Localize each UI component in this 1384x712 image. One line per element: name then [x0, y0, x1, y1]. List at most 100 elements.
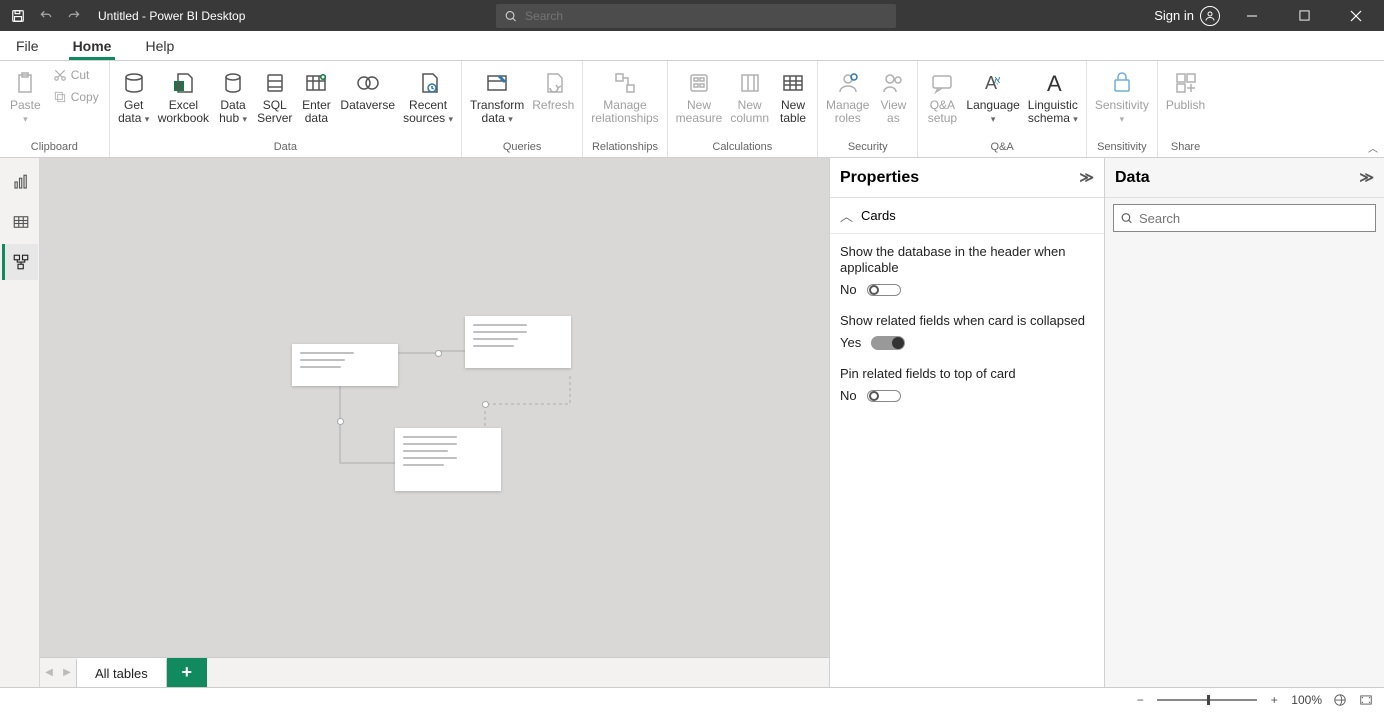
view-rail — [0, 158, 40, 687]
page-tab-all-tables[interactable]: All tables — [76, 658, 167, 687]
properties-pane: Properties ≫ ︿ Cards Show the database i… — [829, 158, 1104, 687]
prop-pin-related-toggle[interactable] — [867, 390, 901, 402]
title-bar: Untitled - Power BI Desktop Sign in — [0, 0, 1384, 31]
ribbon-group-calculations: New measure New column New table Calcula… — [668, 61, 818, 157]
excel-workbook-button[interactable]: XExcel workbook — [154, 63, 213, 139]
ribbon-group-relationships: Manage relationships Relationships — [583, 61, 667, 157]
dataverse-button[interactable]: Dataverse — [336, 63, 399, 139]
maximize-button[interactable] — [1284, 0, 1324, 31]
prop-pin-related-label: Pin related fields to top of card — [840, 366, 1094, 382]
language-button[interactable]: AאָLanguage ▾ — [962, 63, 1023, 139]
section-cards-header[interactable]: ︿ Cards — [830, 198, 1104, 234]
recent-sources-button[interactable]: Recent sources ▾ — [399, 63, 457, 139]
global-search-input[interactable] — [525, 9, 888, 23]
ribbon-group-label: Queries — [462, 141, 582, 157]
model-canvas[interactable] — [40, 158, 829, 657]
sign-in-button[interactable]: Sign in — [1154, 6, 1220, 26]
publish-button[interactable]: Publish — [1162, 63, 1209, 139]
tab-help[interactable]: Help — [137, 32, 182, 60]
tab-file[interactable]: File — [8, 32, 47, 60]
ribbon-group-security: Manage roles View as Security — [818, 61, 918, 157]
zoom-out-button[interactable]: − — [1133, 693, 1147, 707]
qa-setup-button[interactable]: Q&A setup — [922, 63, 962, 139]
collapse-properties-button[interactable]: ≫ — [1079, 169, 1094, 186]
ribbon-group-label: Calculations — [668, 141, 817, 157]
copy-button[interactable]: Copy — [49, 87, 103, 107]
prop-show-related-state: Yes — [840, 335, 861, 350]
prop-show-db-state: No — [840, 282, 857, 297]
ribbon-group-label: Security — [818, 141, 917, 157]
data-hub-button[interactable]: Data hub ▾ — [213, 63, 253, 139]
redo-button[interactable] — [62, 4, 86, 28]
manage-roles-button[interactable]: Manage roles — [822, 63, 873, 139]
prop-show-related-toggle[interactable] — [871, 336, 905, 350]
prop-show-db-toggle[interactable] — [867, 284, 901, 296]
tab-scroll-right[interactable]: ▶ — [58, 658, 76, 687]
ribbon-group-clipboard: Paste ▾ Cut Copy Clipboard — [0, 61, 110, 157]
properties-title: Properties — [840, 169, 919, 187]
svg-text:A: A — [1047, 71, 1062, 95]
fullscreen-button[interactable] — [1358, 692, 1374, 708]
enter-data-button[interactable]: Enter data — [296, 63, 336, 139]
data-pane: Data ≫ — [1104, 158, 1384, 687]
save-button[interactable] — [6, 4, 30, 28]
data-search-input[interactable] — [1139, 211, 1369, 226]
window-title: Untitled - Power BI Desktop — [92, 9, 245, 23]
tab-home[interactable]: Home — [65, 32, 120, 60]
tab-scroll-left[interactable]: ◀ — [40, 658, 58, 687]
ribbon-group-label: Sensitivity — [1087, 141, 1157, 157]
manage-relationships-button[interactable]: Manage relationships — [587, 63, 662, 139]
account-icon — [1200, 6, 1220, 26]
connector-dot — [435, 350, 442, 357]
cut-button[interactable]: Cut — [49, 65, 103, 85]
connector-dot — [482, 401, 489, 408]
ribbon-group-sensitivity: Sensitivity ▾ Sensitivity — [1087, 61, 1158, 157]
sql-server-button[interactable]: SQL Server — [253, 63, 296, 139]
prop-pin-related-state: No — [840, 388, 857, 403]
view-as-button[interactable]: View as — [873, 63, 913, 139]
search-icon — [504, 9, 517, 23]
ribbon-group-label: Relationships — [583, 141, 666, 157]
prop-show-db-label: Show the database in the header when app… — [840, 244, 1094, 276]
minimize-button[interactable] — [1232, 0, 1272, 31]
model-card[interactable] — [292, 344, 398, 386]
ribbon-group-qa: Q&A setup AאָLanguage ▾ ALinguistic sche… — [918, 61, 1086, 157]
model-card[interactable] — [465, 316, 571, 368]
global-search[interactable] — [496, 4, 896, 28]
zoom-in-button[interactable]: + — [1267, 693, 1281, 707]
svg-text:X: X — [177, 82, 183, 91]
ribbon-group-data: Get data ▾ XExcel workbook Data hub ▾ SQ… — [110, 61, 462, 157]
data-view-button[interactable] — [2, 204, 38, 240]
collapse-data-button[interactable]: ≫ — [1359, 169, 1374, 186]
add-page-tab-button[interactable]: + — [167, 658, 207, 687]
linguistic-schema-button[interactable]: ALinguistic schema ▾ — [1024, 63, 1082, 139]
canvas-column: ◀ ▶ All tables + — [40, 158, 829, 687]
new-column-button[interactable]: New column — [726, 63, 773, 139]
close-button[interactable] — [1336, 0, 1376, 31]
report-view-button[interactable] — [2, 164, 38, 200]
connectors — [40, 158, 829, 657]
zoom-level: 100% — [1291, 693, 1322, 707]
refresh-button[interactable]: Refresh — [528, 63, 578, 139]
sensitivity-button[interactable]: Sensitivity ▾ — [1091, 63, 1153, 139]
undo-button[interactable] — [34, 4, 58, 28]
page-tab-bar: ◀ ▶ All tables + — [40, 657, 829, 687]
status-bar: − + 100% — [0, 687, 1384, 712]
prop-show-related-label: Show related fields when card is collaps… — [840, 313, 1094, 329]
transform-data-button[interactable]: Transform data ▾ — [466, 63, 528, 139]
collapse-ribbon-button[interactable]: ︿ — [1368, 140, 1378, 155]
ribbon-group-queries: Transform data ▾ Refresh Queries — [462, 61, 583, 157]
data-search[interactable] — [1113, 204, 1376, 232]
model-view-button[interactable] — [2, 244, 38, 280]
model-card[interactable] — [395, 428, 501, 491]
paste-button[interactable]: Paste ▾ — [4, 63, 47, 139]
workspace: ◀ ▶ All tables + Properties ≫ ︿ Cards Sh… — [0, 158, 1384, 687]
new-measure-button[interactable]: New measure — [672, 63, 727, 139]
ribbon-group-label: Data — [110, 141, 461, 157]
fit-to-page-button[interactable] — [1332, 692, 1348, 708]
connector-dot — [337, 418, 344, 425]
zoom-slider[interactable] — [1157, 699, 1257, 701]
new-table-button[interactable]: New table — [773, 63, 813, 139]
sign-in-label: Sign in — [1154, 8, 1194, 23]
get-data-button[interactable]: Get data ▾ — [114, 63, 154, 139]
